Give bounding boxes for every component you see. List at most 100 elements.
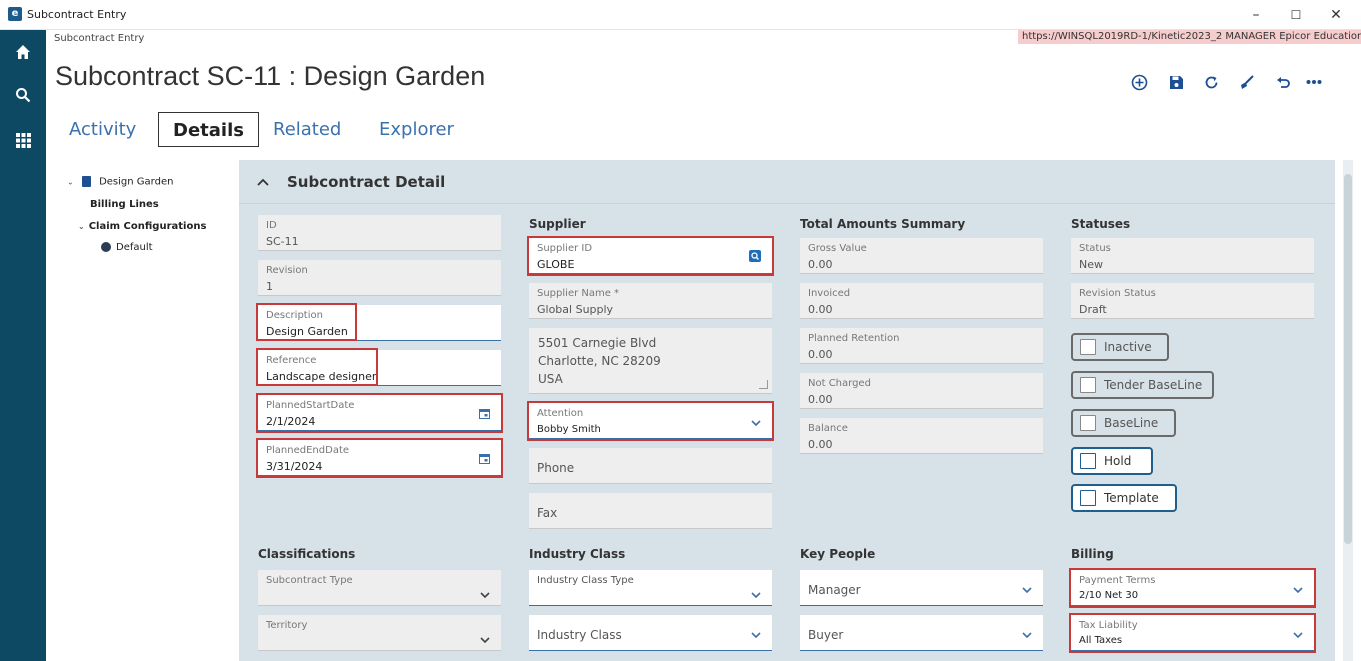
checkbox-label: Template xyxy=(1104,491,1159,505)
undo-icon[interactable] xyxy=(1271,70,1295,94)
revision-status-value: Draft xyxy=(1079,303,1107,316)
reference-value: Landscape designer xyxy=(266,370,377,383)
hold-checkbox[interactable]: Hold xyxy=(1071,447,1153,475)
fax-field[interactable]: Fax xyxy=(529,493,772,529)
chevron-down-icon[interactable] xyxy=(750,414,762,427)
tree-item-claim-configurations[interactable]: ⌄ Claim Configurations xyxy=(78,221,206,232)
description-field[interactable]: Description Design Garden xyxy=(258,305,501,341)
balance-field: Balance 0.00 xyxy=(800,418,1043,454)
industry-class-type-field[interactable]: Industry Class Type xyxy=(529,570,772,606)
chevron-down-icon[interactable] xyxy=(1021,581,1033,594)
manager-placeholder: Manager xyxy=(808,583,861,597)
chevron-down-icon[interactable] xyxy=(750,626,762,639)
not-charged-value: 0.00 xyxy=(808,393,833,406)
chevron-down-icon[interactable] xyxy=(750,586,762,599)
vertical-scrollbar[interactable] xyxy=(1343,160,1353,661)
lookup-search-icon[interactable] xyxy=(748,249,762,263)
planned-end-date-field[interactable]: PlannedEndDate 3/31/2024 xyxy=(258,440,501,476)
window-titlebar: e Subcontract Entry – ☐ ✕ xyxy=(0,0,1361,30)
chevron-down-icon[interactable] xyxy=(479,631,491,644)
reference-field[interactable]: Reference Landscape designer xyxy=(258,350,501,386)
more-icon[interactable] xyxy=(1302,70,1326,94)
chevron-down-icon[interactable] xyxy=(479,586,491,599)
payment-terms-field[interactable]: Payment Terms 2/10 Net 30 xyxy=(1071,570,1314,606)
revision-value: 1 xyxy=(266,280,273,293)
checkbox-label: Inactive xyxy=(1104,340,1152,354)
chevron-up-icon[interactable] xyxy=(257,175,269,190)
gross-value-field: Gross Value 0.00 xyxy=(800,238,1043,274)
checkbox-box xyxy=(1080,377,1096,393)
address-line: Charlotte, NC 28209 xyxy=(538,354,661,368)
baseline-checkbox[interactable]: BaseLine xyxy=(1071,409,1176,437)
add-icon[interactable] xyxy=(1127,70,1151,94)
territory-field[interactable]: Territory xyxy=(258,615,501,651)
id-field: ID SC-11 xyxy=(258,215,501,251)
not-charged-label: Not Charged xyxy=(808,378,871,389)
chevron-down-icon: ⌄ xyxy=(78,222,85,231)
tree-item-label: Design Garden xyxy=(99,176,174,188)
planned-end-date-value: 3/31/2024 xyxy=(266,460,323,473)
maximize-button[interactable]: ☐ xyxy=(1278,4,1314,26)
calendar-icon[interactable] xyxy=(477,406,491,420)
manager-field[interactable]: Manager xyxy=(800,570,1043,606)
subcontract-type-label: Subcontract Type xyxy=(266,575,353,586)
save-icon[interactable] xyxy=(1164,70,1188,94)
tab-explorer[interactable]: Explorer xyxy=(379,112,454,147)
tree-item-design-garden[interactable]: ⌄ Design Garden xyxy=(67,176,173,188)
supplier-name-value: Global Supply xyxy=(537,303,614,316)
resize-handle-icon[interactable] xyxy=(759,380,768,389)
subcontract-type-field[interactable]: Subcontract Type xyxy=(258,570,501,606)
planned-start-date-value: 2/1/2024 xyxy=(266,415,316,428)
scrollbar-thumb[interactable] xyxy=(1344,174,1352,544)
gross-value-value: 0.00 xyxy=(808,258,833,271)
breadcrumb[interactable]: Subcontract Entry xyxy=(54,33,144,44)
planned-end-date-label: PlannedEndDate xyxy=(266,445,350,456)
minimize-button[interactable]: – xyxy=(1238,4,1274,26)
planned-start-date-label: PlannedStartDate xyxy=(266,400,355,411)
calendar-icon[interactable] xyxy=(477,451,491,465)
search-icon[interactable] xyxy=(11,83,35,107)
tab-related[interactable]: Related xyxy=(273,112,341,147)
refresh-icon[interactable] xyxy=(1199,70,1223,94)
tender-baseline-checkbox[interactable]: Tender BaseLine xyxy=(1071,371,1214,399)
status-field: Status New xyxy=(1071,238,1314,274)
revision-label: Revision xyxy=(266,265,308,276)
chevron-down-icon[interactable] xyxy=(1292,626,1304,639)
checkbox-box xyxy=(1080,339,1096,355)
apps-grid-icon[interactable] xyxy=(11,128,35,152)
statuses-heading: Statuses xyxy=(1071,217,1131,231)
home-icon[interactable] xyxy=(11,40,35,64)
supplier-id-field[interactable]: Supplier ID GLOBE xyxy=(529,238,772,274)
buyer-field[interactable]: Buyer xyxy=(800,615,1043,651)
checkbox-label: Hold xyxy=(1104,454,1132,468)
section-header[interactable]: Subcontract Detail xyxy=(239,160,1335,204)
close-button[interactable]: ✕ xyxy=(1318,4,1354,26)
tree-item-billing-lines[interactable]: Billing Lines xyxy=(90,199,159,210)
checkbox-label: Tender BaseLine xyxy=(1104,378,1203,392)
tax-liability-field[interactable]: Tax Liability All Taxes xyxy=(1071,615,1314,651)
section-title: Subcontract Detail xyxy=(287,173,446,191)
chevron-down-icon[interactable] xyxy=(1021,626,1033,639)
attention-field[interactable]: Attention Bobby Smith xyxy=(529,403,772,439)
description-label: Description xyxy=(266,310,323,321)
tab-activity[interactable]: Activity xyxy=(69,112,136,147)
subcontract-detail-panel: Subcontract Detail ID SC-11 Revision 1 D… xyxy=(239,160,1335,661)
chevron-down-icon[interactable] xyxy=(1292,581,1304,594)
revision-status-field: Revision Status Draft xyxy=(1071,283,1314,319)
classifications-heading: Classifications xyxy=(258,547,356,561)
industry-class-field[interactable]: Industry Class xyxy=(529,615,772,651)
inactive-checkbox[interactable]: Inactive xyxy=(1071,333,1169,361)
template-checkbox[interactable]: Template xyxy=(1071,484,1177,512)
clear-icon[interactable] xyxy=(1234,70,1258,94)
status-value: New xyxy=(1079,258,1103,271)
main-area: Subcontract Entry https://WINSQL2019RD-1… xyxy=(46,30,1361,661)
tree-item-default[interactable]: Default xyxy=(101,242,153,253)
industry-class-heading: Industry Class xyxy=(529,547,626,561)
tab-details[interactable]: Details xyxy=(158,112,259,147)
invoiced-value: 0.00 xyxy=(808,303,833,316)
tax-liability-label: Tax Liability xyxy=(1079,620,1138,631)
checkbox-box xyxy=(1080,453,1096,469)
totals-heading: Total Amounts Summary xyxy=(800,217,966,231)
planned-start-date-field[interactable]: PlannedStartDate 2/1/2024 xyxy=(258,395,501,431)
phone-field[interactable]: Phone xyxy=(529,448,772,484)
